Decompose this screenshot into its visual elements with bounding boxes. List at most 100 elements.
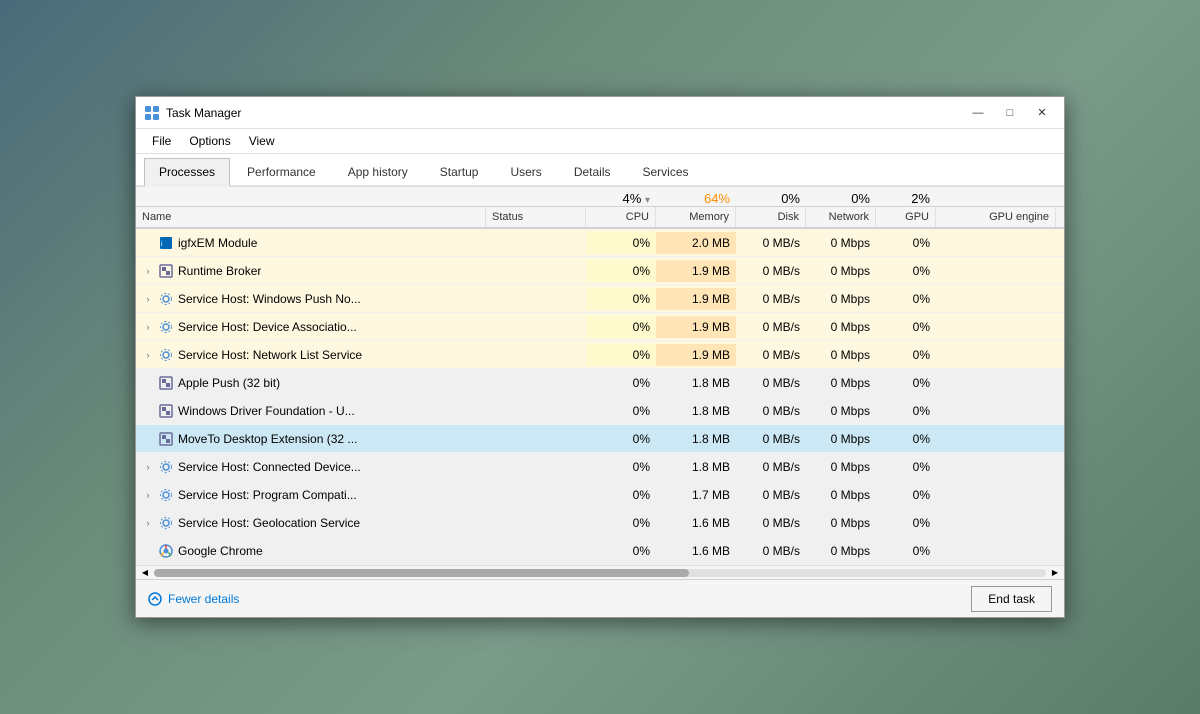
cell-gpu-engine bbox=[936, 351, 1056, 359]
cell-disk: 0 MB/s bbox=[736, 484, 806, 506]
cell-network: 0 Mbps bbox=[806, 400, 876, 422]
tab-processes[interactable]: Processes bbox=[144, 158, 230, 187]
tab-performance[interactable]: Performance bbox=[232, 158, 331, 185]
cell-gpu-engine bbox=[936, 295, 1056, 303]
cell-gpu: 0% bbox=[876, 540, 936, 562]
end-task-button[interactable]: End task bbox=[971, 586, 1052, 612]
table-row[interactable]: › Service Host: Network List Service 0% … bbox=[136, 341, 1064, 369]
table-row[interactable]: › Service Host: Connected Device... 0% 1… bbox=[136, 453, 1064, 481]
scroll-right-btn[interactable]: ▶ bbox=[1048, 566, 1062, 580]
table-row[interactable]: Google Chrome 0% 1.6 MB 0 MB/s 0 Mbps 0% bbox=[136, 537, 1064, 565]
cell-memory: 1.8 MB bbox=[656, 456, 736, 478]
tab-app-history[interactable]: App history bbox=[333, 158, 423, 185]
cell-gpu: 0% bbox=[876, 372, 936, 394]
window-title: Task Manager bbox=[166, 106, 241, 120]
tab-details[interactable]: Details bbox=[559, 158, 626, 185]
cell-gpu-engine bbox=[936, 463, 1056, 471]
col-network[interactable]: Network bbox=[806, 207, 876, 227]
table-row[interactable]: › Service Host: Windows Push No... 0% 1.… bbox=[136, 285, 1064, 313]
cell-gpu-engine bbox=[936, 239, 1056, 247]
table-row[interactable]: Apple Push (32 bit) 0% 1.8 MB 0 MB/s 0 M… bbox=[136, 369, 1064, 397]
cell-memory: 1.8 MB bbox=[656, 400, 736, 422]
col-gpu-engine[interactable]: GPU engine bbox=[936, 207, 1056, 227]
cell-gpu: 0% bbox=[876, 456, 936, 478]
cell-name: › Service Host: Network List Service bbox=[136, 343, 486, 367]
cell-status bbox=[486, 435, 586, 443]
gpu-percent: 2% bbox=[876, 187, 936, 206]
table-container: 4% ▾ 64% 0% 0% 2% Name Status CPU Memory… bbox=[136, 187, 1064, 579]
expand-icon[interactable]: › bbox=[142, 266, 154, 276]
fewer-details-label: Fewer details bbox=[168, 592, 239, 606]
horizontal-scrollbar[interactable]: ◀ ▶ bbox=[136, 565, 1064, 579]
cell-status bbox=[486, 295, 586, 303]
title-left: Task Manager bbox=[144, 105, 241, 121]
col-name[interactable]: Name bbox=[136, 207, 486, 227]
cell-name: › Runtime Broker bbox=[136, 259, 486, 283]
scroll-thumb[interactable] bbox=[154, 569, 689, 577]
cell-disk: 0 MB/s bbox=[736, 456, 806, 478]
cell-gpu: 0% bbox=[876, 484, 936, 506]
cell-power bbox=[1056, 295, 1064, 303]
col-memory[interactable]: Memory bbox=[656, 207, 736, 227]
expand-icon[interactable]: › bbox=[142, 518, 154, 528]
col-gpu[interactable]: GPU bbox=[876, 207, 936, 227]
cell-network: 0 Mbps bbox=[806, 456, 876, 478]
table-row[interactable]: MoveTo Desktop Extension (32 ... 0% 1.8 … bbox=[136, 425, 1064, 453]
cell-name: › Service Host: Program Compati... bbox=[136, 483, 486, 507]
cell-cpu: 0% bbox=[586, 316, 656, 338]
memory-percent: 64% bbox=[656, 187, 736, 206]
expand-icon[interactable]: › bbox=[142, 294, 154, 304]
cell-status bbox=[486, 491, 586, 499]
cell-network: 0 Mbps bbox=[806, 484, 876, 506]
process-icon bbox=[158, 291, 174, 307]
scroll-left-btn[interactable]: ◀ bbox=[138, 566, 152, 580]
process-icon bbox=[158, 431, 174, 447]
process-name: MoveTo Desktop Extension (32 ... bbox=[178, 432, 357, 446]
process-name: Runtime Broker bbox=[178, 264, 261, 278]
table-row[interactable]: › Runtime Broker 0% 1.9 MB 0 MB/s 0 Mbps… bbox=[136, 257, 1064, 285]
table-row[interactable]: › Service Host: Device Associatio... 0% … bbox=[136, 313, 1064, 341]
expand-icon[interactable]: › bbox=[142, 462, 154, 472]
cell-name: › Service Host: Connected Device... bbox=[136, 455, 486, 479]
process-name: Service Host: Windows Push No... bbox=[178, 292, 361, 306]
table-row[interactable]: › Service Host: Geolocation Service 0% 1… bbox=[136, 509, 1064, 537]
expand-icon[interactable]: › bbox=[142, 350, 154, 360]
cell-network: 0 Mbps bbox=[806, 260, 876, 282]
col-status[interactable]: Status bbox=[486, 207, 586, 227]
cell-gpu: 0% bbox=[876, 512, 936, 534]
tab-startup[interactable]: Startup bbox=[425, 158, 494, 185]
cell-memory: 1.6 MB bbox=[656, 540, 736, 562]
process-name: Service Host: Device Associatio... bbox=[178, 320, 357, 334]
menu-file[interactable]: File bbox=[144, 131, 179, 151]
tab-users[interactable]: Users bbox=[495, 158, 556, 185]
cell-memory: 1.9 MB bbox=[656, 288, 736, 310]
table-row[interactable]: i igfxEM Module 0% 2.0 MB 0 MB/s 0 Mbps … bbox=[136, 229, 1064, 257]
expand-icon[interactable]: › bbox=[142, 322, 154, 332]
cell-status bbox=[486, 407, 586, 415]
cell-name: MoveTo Desktop Extension (32 ... bbox=[136, 427, 486, 451]
cell-power bbox=[1056, 323, 1064, 331]
cell-status bbox=[486, 267, 586, 275]
scroll-track[interactable] bbox=[154, 569, 1046, 577]
cell-gpu-engine bbox=[936, 491, 1056, 499]
expand-icon[interactable]: › bbox=[142, 490, 154, 500]
cell-cpu: 0% bbox=[586, 484, 656, 506]
maximize-button[interactable]: □ bbox=[996, 103, 1024, 123]
tab-services[interactable]: Services bbox=[628, 158, 704, 185]
minimize-button[interactable]: — bbox=[964, 103, 992, 123]
close-button[interactable]: ✕ bbox=[1028, 103, 1056, 123]
title-bar: Task Manager — □ ✕ bbox=[136, 97, 1064, 129]
col-disk[interactable]: Disk bbox=[736, 207, 806, 227]
fewer-details-button[interactable]: Fewer details bbox=[148, 592, 239, 606]
col-cpu[interactable]: CPU bbox=[586, 207, 656, 227]
menu-options[interactable]: Options bbox=[181, 131, 238, 151]
table-row[interactable]: Windows Driver Foundation - U... 0% 1.8 … bbox=[136, 397, 1064, 425]
table-row[interactable]: › Service Host: Program Compati... 0% 1.… bbox=[136, 481, 1064, 509]
col-power[interactable]: P bbox=[1056, 207, 1064, 227]
cell-gpu: 0% bbox=[876, 260, 936, 282]
process-name: Service Host: Network List Service bbox=[178, 348, 362, 362]
menu-view[interactable]: View bbox=[241, 131, 283, 151]
table-body: i igfxEM Module 0% 2.0 MB 0 MB/s 0 Mbps … bbox=[136, 229, 1064, 565]
cell-power bbox=[1056, 407, 1064, 415]
cell-power bbox=[1056, 547, 1064, 555]
